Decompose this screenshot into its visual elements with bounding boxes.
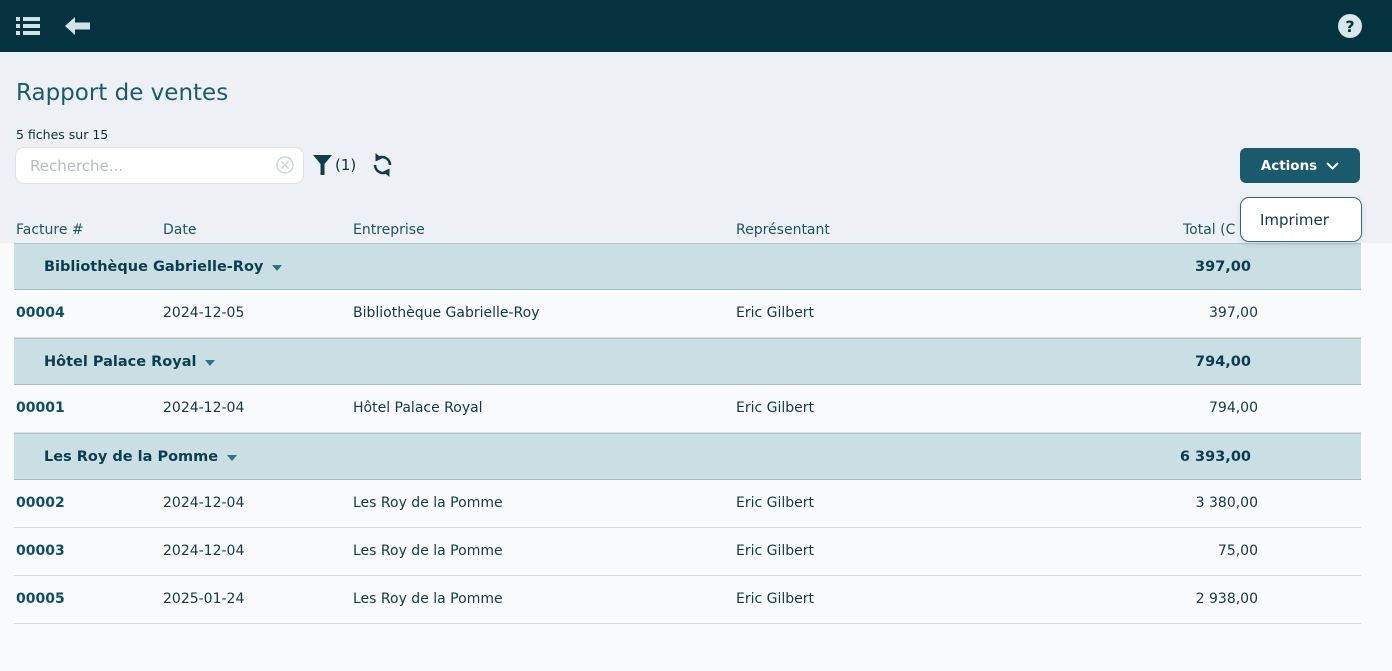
- filter-count: (1): [335, 156, 356, 174]
- list-menu-icon[interactable]: [11, 9, 45, 43]
- column-header-date[interactable]: Date: [163, 222, 196, 238]
- group-header-row: Bibliothèque Gabrielle-Roy 397,00: [14, 243, 1361, 290]
- column-header-invoice[interactable]: Facture #: [16, 222, 84, 238]
- invoice-date: 2024-12-04: [163, 400, 244, 416]
- table-row: 00004 2024-12-05 Bibliothèque Gabrielle-Ro…: [14, 290, 1361, 338]
- list-menu-icon-svg: [14, 14, 42, 38]
- group-total: 794,00: [1195, 354, 1251, 370]
- table-row: 00001 2024-12-04 Hôtel Palace Royal Eric Gi…: [14, 385, 1361, 433]
- invoice-total: 794,00: [1209, 400, 1258, 416]
- column-header-rep[interactable]: Représentant: [736, 222, 830, 238]
- invoice-number-link[interactable]: 00003: [16, 543, 65, 559]
- group-total: 6 393,00: [1180, 449, 1251, 465]
- refresh-icon[interactable]: [371, 153, 394, 181]
- caret-down-icon: [205, 360, 215, 366]
- actions-button-label: Actions: [1261, 158, 1317, 174]
- back-arrow-icon-svg: [65, 17, 91, 35]
- search-clear-icon-svg: [276, 156, 294, 174]
- group-total: 397,00: [1195, 259, 1251, 275]
- invoice-date: 2024-12-04: [163, 495, 244, 511]
- group-toggle[interactable]: Hôtel Palace Royal: [44, 354, 215, 370]
- invoice-number-link[interactable]: 00005: [16, 591, 65, 607]
- group-toggle[interactable]: Bibliothèque Gabrielle-Roy: [44, 259, 282, 275]
- sales-report-page: ? Rapport de ventes 5 fiches sur 15 (1) …: [0, 0, 1392, 671]
- group-header-row: Les Roy de la Pomme 6 393,00: [14, 433, 1361, 480]
- search-box: [16, 148, 303, 183]
- group-name-label: Bibliothèque Gabrielle-Roy: [44, 259, 263, 275]
- actions-button[interactable]: Actions: [1240, 148, 1360, 183]
- invoice-number-link[interactable]: 00004: [16, 305, 65, 321]
- table-row: 00005 2025-01-24 Les Roy de la Pomme Eric G…: [14, 576, 1361, 624]
- column-header-company[interactable]: Entreprise: [353, 222, 425, 238]
- filter-icon-svg: [313, 155, 332, 175]
- search-input[interactable]: [30, 148, 280, 183]
- group-name-label: Les Roy de la Pomme: [44, 449, 218, 465]
- column-header-total[interactable]: Total (C: [1183, 222, 1235, 238]
- invoice-number-link[interactable]: 00002: [16, 495, 65, 511]
- representative-name: Eric Gilbert: [736, 305, 814, 321]
- invoice-date: 2024-12-05: [163, 305, 244, 321]
- company-name: Les Roy de la Pomme: [353, 495, 503, 511]
- back-arrow-icon[interactable]: [61, 9, 95, 43]
- representative-name: Eric Gilbert: [736, 543, 814, 559]
- group-name-label: Hôtel Palace Royal: [44, 354, 196, 370]
- group-header-row: Hôtel Palace Royal 794,00: [14, 338, 1361, 385]
- invoice-total: 2 938,00: [1196, 591, 1258, 607]
- company-name: Hôtel Palace Royal: [353, 400, 483, 416]
- company-name: Les Roy de la Pomme: [353, 543, 503, 559]
- filter-icon[interactable]: [313, 155, 332, 179]
- invoice-date: 2024-12-04: [163, 543, 244, 559]
- company-name: Les Roy de la Pomme: [353, 591, 503, 607]
- representative-name: Eric Gilbert: [736, 495, 814, 511]
- table-body: Bibliothèque Gabrielle-Roy 397,00 00004 202…: [0, 243, 1392, 671]
- invoice-number-link[interactable]: 00001: [16, 400, 65, 416]
- table-header-row: Facture # Date Entreprise Représentant T…: [0, 216, 1392, 243]
- record-count: 5 fiches sur 15: [16, 127, 108, 142]
- invoice-date: 2025-01-24: [163, 591, 244, 607]
- representative-name: Eric Gilbert: [736, 400, 814, 416]
- table-row: 00002 2024-12-04 Les Roy de la Pomme Eric G…: [14, 480, 1361, 528]
- menu-item-imprimer[interactable]: Imprimer: [1241, 198, 1361, 241]
- refresh-icon-svg: [371, 153, 394, 177]
- invoice-total: 397,00: [1209, 305, 1258, 321]
- actions-dropdown-menu: Imprimer: [1240, 197, 1362, 242]
- company-name: Bibliothèque Gabrielle-Roy: [353, 305, 540, 321]
- representative-name: Eric Gilbert: [736, 591, 814, 607]
- table-row: 00003 2024-12-04 Les Roy de la Pomme Eric G…: [14, 528, 1361, 576]
- invoice-total: 75,00: [1218, 543, 1258, 559]
- chevron-down-icon: [1326, 162, 1339, 170]
- caret-down-icon: [227, 455, 237, 461]
- group-toggle[interactable]: Les Roy de la Pomme: [44, 449, 237, 465]
- top-navigation-bar: ?: [0, 0, 1392, 52]
- page-title: Rapport de ventes: [16, 80, 228, 106]
- caret-down-icon: [272, 265, 282, 271]
- help-icon[interactable]: ?: [1338, 14, 1362, 38]
- search-clear-icon[interactable]: [276, 156, 294, 178]
- invoice-total: 3 380,00: [1196, 495, 1258, 511]
